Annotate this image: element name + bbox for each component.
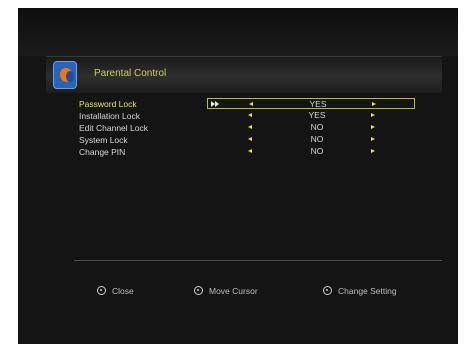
- arrow-left-icon[interactable]: [249, 102, 253, 106]
- setting-value-box[interactable]: NO: [207, 146, 415, 157]
- top-band: [18, 8, 458, 56]
- setting-label: Password Lock: [79, 99, 137, 109]
- arrow-left-icon[interactable]: [248, 113, 252, 117]
- close-hint[interactable]: Close: [97, 286, 134, 296]
- setting-value-box[interactable]: NO: [207, 134, 415, 145]
- setting-value: NO: [310, 122, 324, 132]
- move-cursor-hint[interactable]: Move Cursor: [194, 286, 258, 296]
- page-title: Parental Control: [94, 68, 167, 79]
- setting-label: Edit Channel Lock: [79, 123, 148, 133]
- arrow-left-icon[interactable]: [248, 149, 252, 153]
- setting-row-edit-channel-lock[interactable]: Edit Channel Lock NO: [46, 122, 442, 134]
- arrow-right-icon[interactable]: [371, 149, 375, 153]
- dpad-button-icon: [194, 286, 203, 295]
- arrow-left-icon[interactable]: [248, 137, 252, 141]
- settings-list: Password Lock YES Installation Lock YES …: [46, 98, 442, 158]
- footer-divider: [74, 260, 442, 261]
- setting-value-box[interactable]: YES: [207, 98, 415, 109]
- setting-row-installation-lock[interactable]: Installation Lock YES: [46, 110, 442, 122]
- close-hint-label: Close: [112, 286, 134, 296]
- change-setting-hint-label: Change Setting: [338, 286, 397, 296]
- setting-value: YES: [308, 110, 326, 120]
- setting-value: NO: [310, 146, 324, 156]
- arrow-right-icon[interactable]: [371, 113, 375, 117]
- setting-label: Change PIN: [79, 147, 126, 157]
- menu-logo-icon: [53, 61, 77, 89]
- setting-value: YES: [309, 99, 327, 109]
- arrow-right-icon[interactable]: [371, 125, 375, 129]
- setting-value: NO: [310, 134, 324, 144]
- arrow-right-icon[interactable]: [371, 137, 375, 141]
- change-setting-hint[interactable]: Change Setting: [323, 286, 397, 296]
- exit-button-icon: [97, 286, 106, 295]
- title-bar: Parental Control: [46, 56, 442, 93]
- setting-row-change-pin[interactable]: Change PIN NO: [46, 146, 442, 158]
- tv-screen: Parental Control Password Lock YES Insta…: [18, 8, 458, 344]
- setting-value-box[interactable]: YES: [207, 110, 415, 121]
- setting-label: System Lock: [79, 135, 128, 145]
- move-cursor-hint-label: Move Cursor: [209, 286, 258, 296]
- ok-button-icon: [323, 286, 332, 295]
- arrow-right-icon[interactable]: [372, 102, 376, 106]
- setting-row-system-lock[interactable]: System Lock NO: [46, 134, 442, 146]
- setting-row-password-lock[interactable]: Password Lock YES: [46, 98, 442, 110]
- setting-label: Installation Lock: [79, 111, 140, 121]
- arrow-left-icon[interactable]: [248, 125, 252, 129]
- setting-value-box[interactable]: NO: [207, 122, 415, 133]
- skip-icon: [211, 101, 221, 107]
